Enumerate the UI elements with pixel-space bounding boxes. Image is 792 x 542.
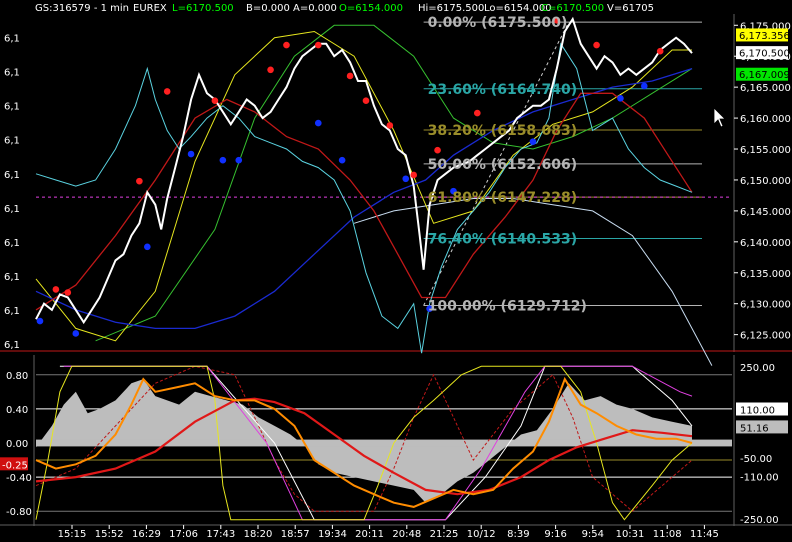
time-tick-label: 21:25 <box>430 529 459 540</box>
pivot-high-marker <box>52 286 60 293</box>
header-last: L=6170.500 <box>172 3 234 14</box>
time-tick-label: 9:54 <box>582 529 604 540</box>
oscillator-left-tick: 0.40 <box>6 405 28 416</box>
fib-level-label: 23.60% (6164.740) <box>428 82 578 98</box>
left-price-tick: 6,1 <box>4 136 20 147</box>
pivot-high-marker <box>267 66 274 74</box>
time-tick-label: 8:39 <box>507 529 529 540</box>
time-tick-label: 17:06 <box>169 529 198 540</box>
price-tick-label: 6,155.000 <box>740 145 791 156</box>
left-price-tick: 6,1 <box>4 68 20 79</box>
price-tick-label: 6,140.000 <box>740 238 791 249</box>
pivot-high-marker <box>163 88 171 95</box>
left-price-tick: 6,1 <box>4 102 20 113</box>
pivot-low-marker <box>640 82 648 90</box>
time-tick-label: 11:45 <box>690 529 719 540</box>
header-high: Hi=6175.500 <box>418 3 484 14</box>
pivot-high-marker <box>434 146 441 154</box>
pivot-high-marker <box>136 177 143 185</box>
time-tick-label: 10:31 <box>616 529 645 540</box>
pivot-high-marker <box>64 289 72 296</box>
pivot-high-marker <box>474 109 481 117</box>
header-exchange: EUREX <box>133 3 167 14</box>
time-tick-label: 19:34 <box>318 529 347 540</box>
oscillator-right-tick: 51.16 <box>740 423 769 434</box>
pivot-low-marker <box>36 317 44 325</box>
oscillator-left-tick: -0.80 <box>6 507 32 518</box>
fib-level-label: 38.20% (6158.083) <box>428 123 578 139</box>
price-tick-label: 6,125.000 <box>740 331 791 342</box>
fib-level-label: 0.00% (6175.500) <box>428 15 568 31</box>
price-tick-label: 6,135.000 <box>740 269 791 280</box>
pivot-low-marker <box>529 138 537 145</box>
oscillator-right-tick: 250.00 <box>740 363 775 374</box>
time-tick-label: 18:57 <box>281 529 310 540</box>
oscillator-zero-band <box>36 439 732 447</box>
left-price-tick: 6,1 <box>4 306 20 317</box>
oscillator-left-tick: -0.40 <box>6 473 32 484</box>
time-tick-label: 9:16 <box>544 529 566 540</box>
pivot-high-marker <box>593 41 600 49</box>
oscillator-left-badge-label: -0.25 <box>2 460 28 471</box>
time-tick-label: 16:29 <box>132 529 161 540</box>
time-tick-label: 18:20 <box>244 529 273 540</box>
pivot-low-marker <box>617 95 624 102</box>
time-tick-label: 10/12 <box>467 529 496 540</box>
pivot-high-marker <box>410 171 417 179</box>
time-tick-label: 15:15 <box>58 529 87 540</box>
header-volume: V=61705 <box>607 3 654 14</box>
pivot-low-marker <box>338 156 346 164</box>
pivot-low-marker <box>144 243 151 251</box>
left-price-tick: 6,1 <box>4 238 20 249</box>
left-price-tick: 6,1 <box>4 170 20 181</box>
oscillator-right-tick: -50.00 <box>740 454 772 465</box>
oscillator-right-tick: -250.00 <box>740 515 779 526</box>
pivot-high-marker <box>656 47 664 55</box>
oscillator-right-tick: -110.00 <box>740 472 779 483</box>
pivot-low-marker <box>187 150 195 158</box>
time-tick-label: 11:08 <box>653 529 682 540</box>
left-price-tick: 6,1 <box>4 340 20 351</box>
pivot-high-marker <box>314 41 322 49</box>
fib-level-label: 50.00% (6152.606) <box>428 157 578 173</box>
header-open: O=6154.000 <box>339 3 403 14</box>
price-tick-label: 6,160.000 <box>740 114 791 125</box>
pivot-high-marker <box>346 72 354 80</box>
fib-level-label: 76.40% (6140.533) <box>428 232 578 248</box>
pivot-low-marker <box>235 156 243 164</box>
header-bid: B=0.000 <box>246 3 290 14</box>
time-tick-label: 20:11 <box>355 529 384 540</box>
left-price-tick: 6,1 <box>4 272 20 283</box>
fib-level-label: 61.80% (6147.228) <box>428 190 578 206</box>
price-badge-label: 6,170.500 <box>739 49 790 60</box>
pivot-high-marker <box>362 97 370 105</box>
pivot-low-marker <box>72 330 80 337</box>
price-tick-label: 6,150.000 <box>740 176 791 187</box>
fib-level-label: 100.00% (6129.712) <box>428 298 587 314</box>
pivot-low-marker <box>314 119 322 127</box>
header-close: C=6170.500 <box>541 3 604 14</box>
oscillator-left-tick: 0.80 <box>6 371 28 382</box>
pivot-low-marker <box>219 156 227 164</box>
time-tick-label: 20:48 <box>392 529 421 540</box>
pivot-high-marker <box>211 97 219 105</box>
price-tick-label: 6,130.000 <box>740 300 791 311</box>
price-badge-label: 6,173.356 <box>739 31 790 42</box>
time-tick-label: 17:43 <box>206 529 235 540</box>
oscillator-left-tick: 0.00 <box>6 439 28 450</box>
pivot-high-marker <box>386 122 394 129</box>
pivot-low-marker <box>402 175 410 183</box>
header-symbol: GS:316579 - 1 min <box>35 3 129 14</box>
price-badge-label: 6,167.009 <box>739 70 790 81</box>
time-tick-label: 15:52 <box>95 529 124 540</box>
left-price-tick: 6,1 <box>4 34 20 45</box>
price-tick-label: 6,165.000 <box>740 83 791 94</box>
chart-header: GS:316579 - 1 min EUREX L=6170.500 B=0.0… <box>35 3 654 14</box>
price-tick-label: 6,145.000 <box>740 207 791 218</box>
header-ask: A=0.000 <box>293 3 337 14</box>
left-price-tick: 6,1 <box>4 204 20 215</box>
oscillator-right-tick: 110.00 <box>740 406 775 417</box>
trading-chart: GS:316579 - 1 min EUREX L=6170.500 B=0.0… <box>0 0 792 542</box>
pivot-high-marker <box>283 41 290 49</box>
